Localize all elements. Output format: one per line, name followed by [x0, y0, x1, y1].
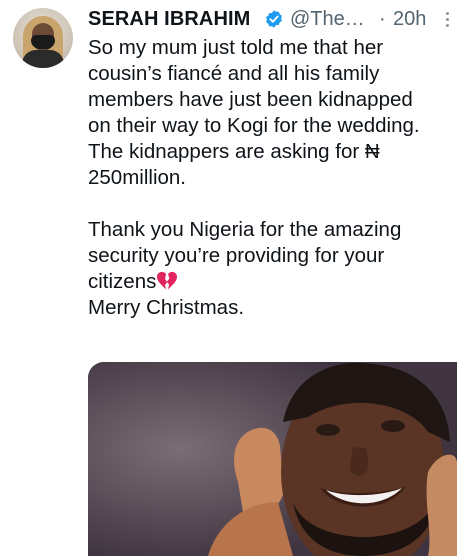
tweet-photo[interactable]	[88, 362, 457, 556]
text-line: 250million.	[88, 166, 186, 189]
paragraph-break	[88, 191, 448, 217]
verified-badge-icon	[266, 10, 282, 28]
text-line: The kidnappers are asking for ₦	[88, 140, 380, 163]
text-line: members have just been kidnapped	[88, 88, 413, 111]
text-fragment: citizens	[88, 270, 157, 293]
text-line: Merry Christmas.	[88, 296, 245, 319]
tweet-text: So my mum just told me that her cousin’s…	[88, 35, 448, 321]
photo-illustration	[88, 362, 457, 556]
author-name[interactable]: SERAH IBRAHIM	[88, 6, 250, 32]
tweet-timestamp[interactable]: 20h	[393, 6, 426, 32]
avatar[interactable]	[13, 8, 73, 68]
avatar-body	[22, 50, 64, 68]
avatar-mask	[31, 35, 55, 49]
more-vertical-icon[interactable]	[444, 12, 450, 30]
text-line: cousin’s fiancé and all his family	[88, 62, 380, 85]
text-line: on their way to Kogi for the wedding.	[88, 114, 420, 137]
text-line: security you’re providing for your	[88, 244, 385, 267]
tweet[interactable]: SERAH IBRAHIM @The… · 20h So my mum just…	[0, 0, 457, 556]
text-line-with-emoji: citizens	[88, 269, 448, 295]
text-line: So my mum just told me that her	[88, 36, 384, 59]
separator-dot: ·	[379, 8, 386, 30]
author-handle[interactable]: @The…	[290, 6, 365, 32]
broken-heart-icon	[157, 271, 178, 290]
text-line: Thank you Nigeria for the amazing	[88, 218, 402, 241]
tweet-header: SERAH IBRAHIM @The… · 20h	[88, 6, 453, 34]
